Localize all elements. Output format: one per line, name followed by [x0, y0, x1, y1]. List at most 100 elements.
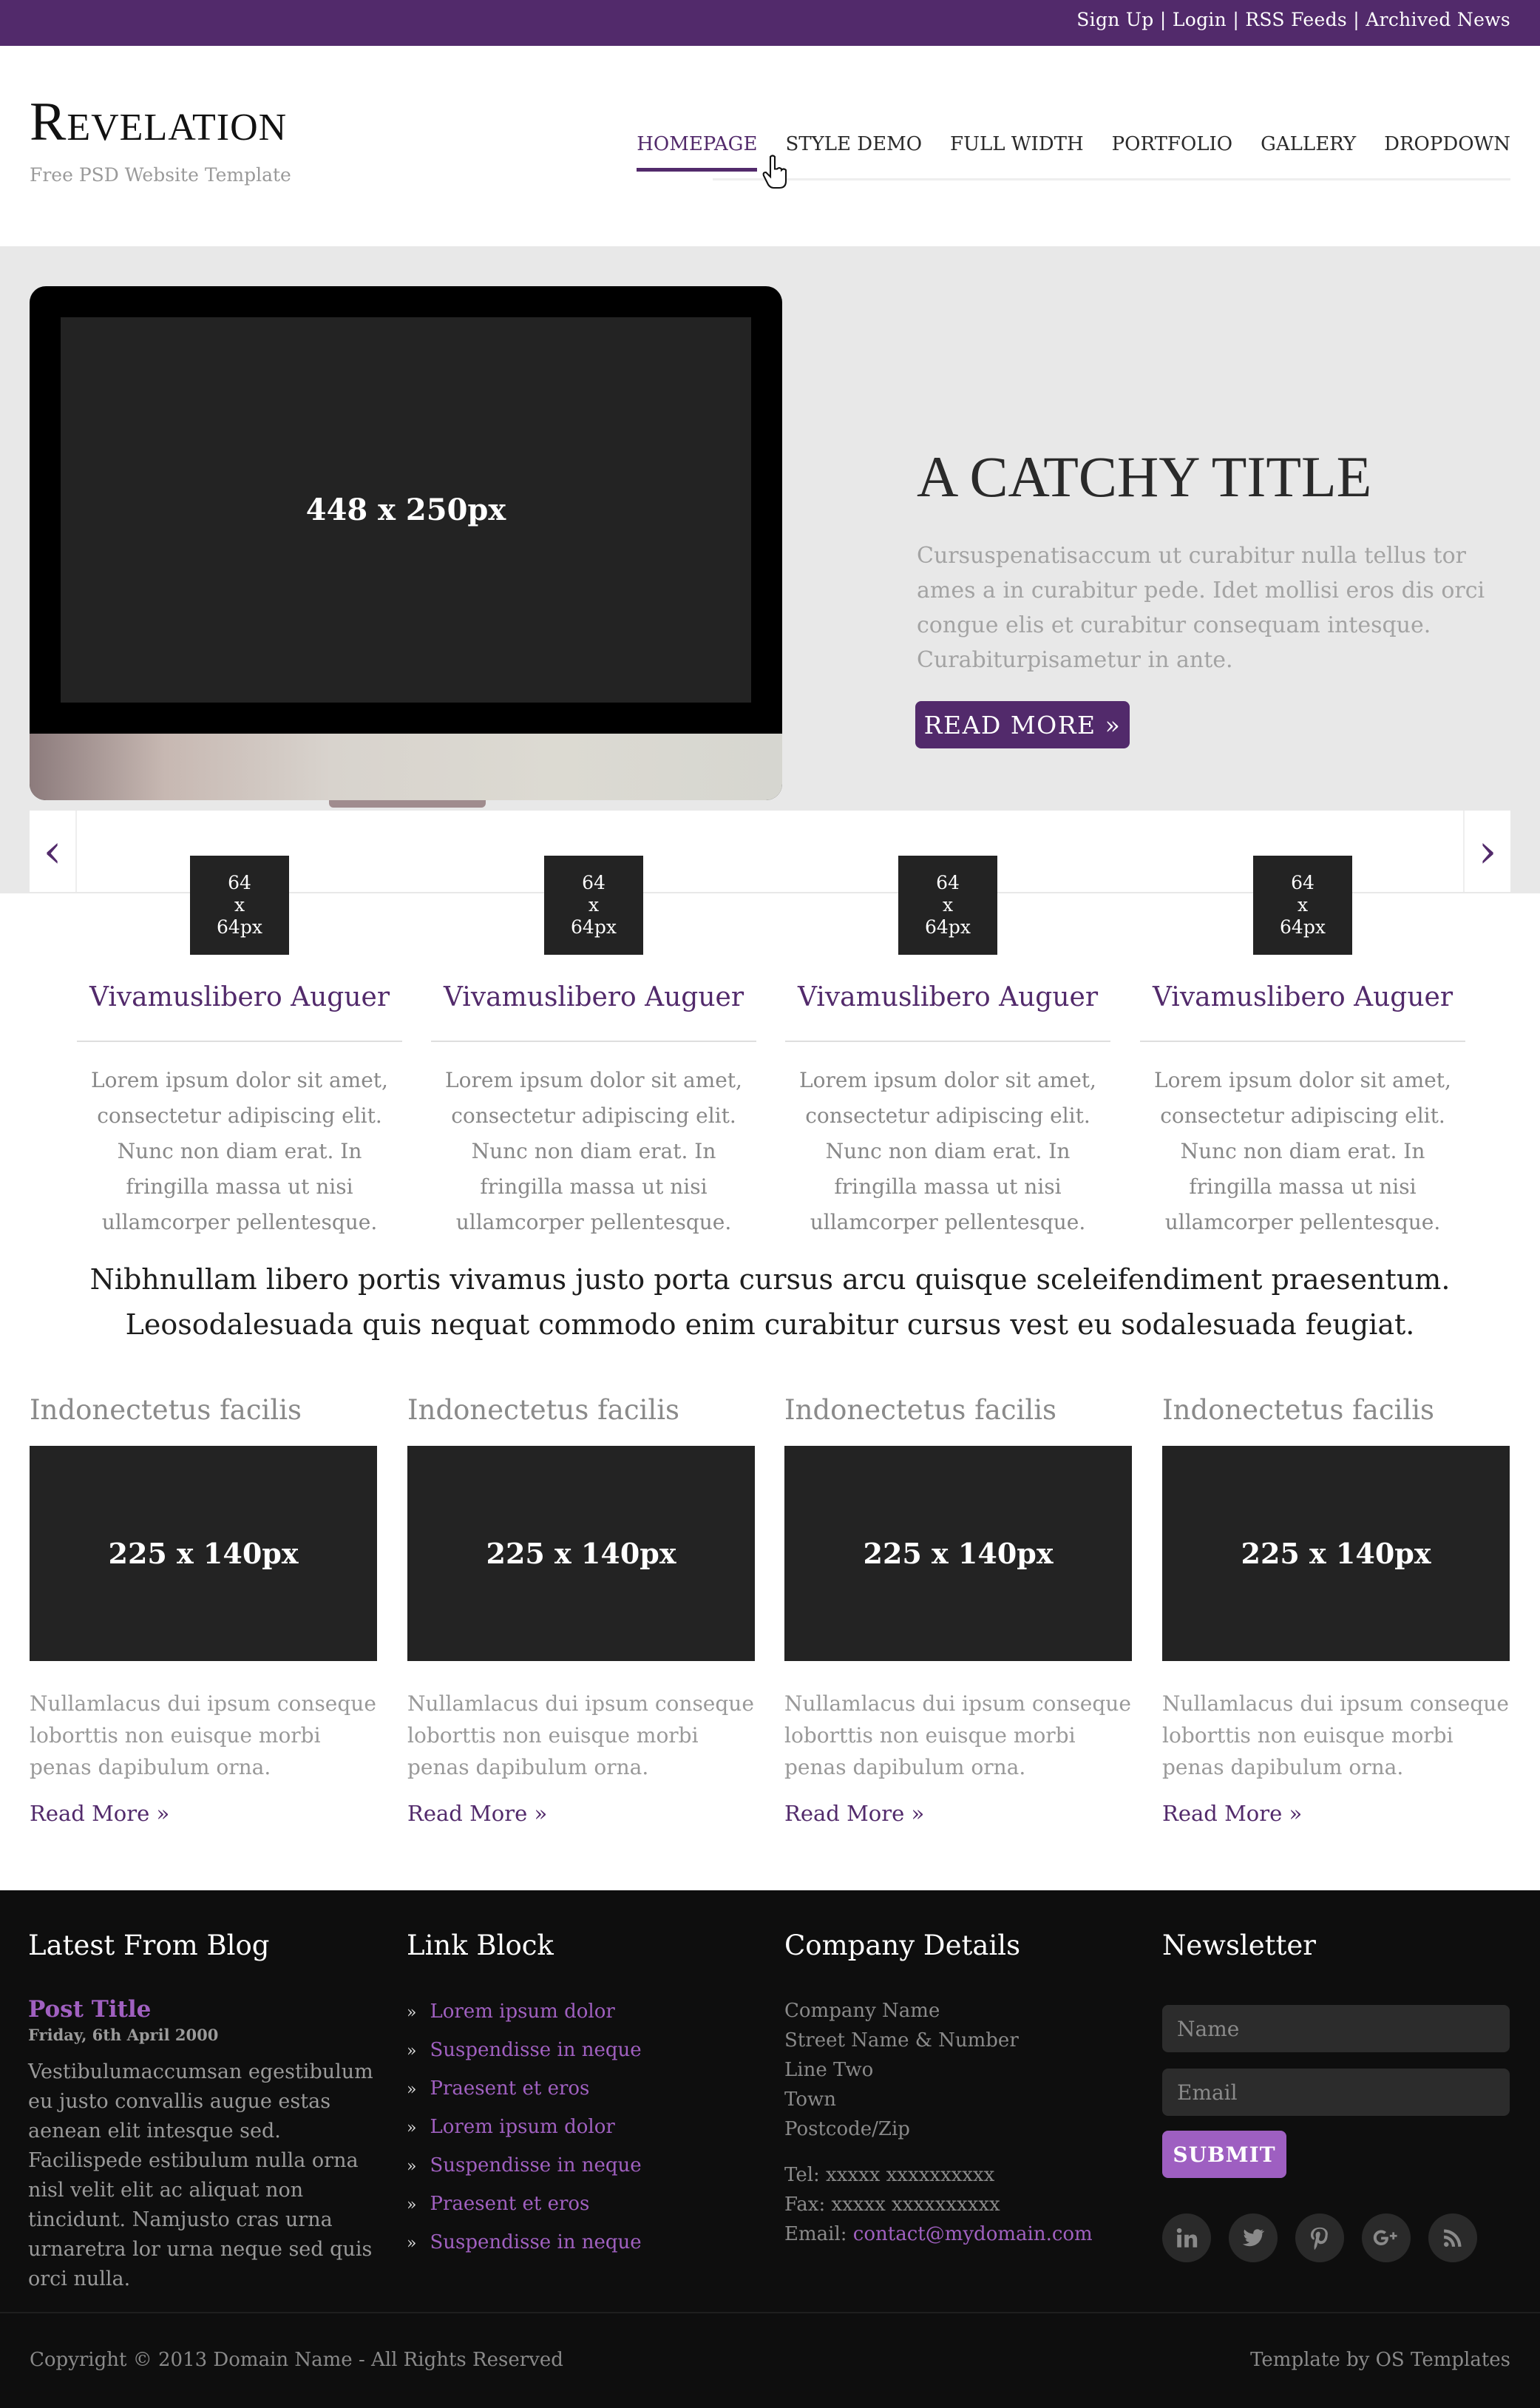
footer-link[interactable]: » Suspendisse in neque [407, 2032, 754, 2070]
newsletter-email-input[interactable]: Email [1162, 2069, 1510, 2116]
column-text: Nullamlacus dui ipsum conseque loborttis… [407, 1691, 754, 1779]
divider [1140, 1041, 1465, 1042]
thumbnail-placeholder: 64 x 64px [1253, 856, 1352, 955]
carousel-item: 64 x 64px Vivamuslibero Auguer Lorem ipsum… [1140, 856, 1465, 1240]
footer-link[interactable]: » Lorem ipsum dolor [407, 2108, 754, 2147]
nav-item-homepage[interactable]: HOMEPAGE [637, 133, 758, 173]
email-label: Email: [784, 2223, 853, 2245]
footer-link[interactable]: » Praesent et eros [407, 2185, 754, 2224]
nav-item-gallery[interactable]: GALLERY [1261, 133, 1356, 173]
thumbnail-placeholder: 64 x 64px [190, 856, 289, 955]
carousel-next-arrow-icon[interactable]: › [1463, 811, 1510, 892]
nav-item-full-width[interactable]: FULL WIDTH [950, 133, 1084, 173]
top-bar: Sign Up | Login | RSS Feeds | Archived N… [0, 0, 1540, 46]
carousel-item: 64 x 64px Vivamuslibero Auguer Lorem ipsum… [77, 856, 402, 1240]
address-line: Town [784, 2089, 836, 2111]
footer-link-label: Suspendisse in neque [430, 2039, 642, 2061]
address-line: Postcode/Zip [784, 2118, 910, 2140]
content-column: Indonectetus facilis 225 x 140px Nullaml… [784, 1396, 1132, 1826]
thumb-label: 64px [217, 916, 262, 938]
footer-link[interactable]: » Praesent et eros [407, 2070, 754, 2108]
pinterest-icon[interactable] [1295, 2213, 1344, 2262]
company-email-link[interactable]: contact@mydomain.com [853, 2223, 1093, 2245]
company-tel: Tel: xxxxx xxxxxxxxxx [784, 2164, 995, 2186]
column-title: Indonectetus facilis [407, 1394, 680, 1426]
column-read-more-link[interactable]: Read More » [784, 1801, 1132, 1826]
blog-post-title[interactable]: Post Title [28, 1996, 376, 2023]
carousel-item-text: Lorem ipsum dolor sit amet, consectetur … [1154, 1068, 1451, 1234]
newsletter-submit-button[interactable]: SUBMIT [1162, 2131, 1286, 2178]
carousel-item-title[interactable]: Vivamuslibero Auguer [1140, 984, 1465, 1011]
bullet-icon: » [407, 2119, 417, 2137]
divider [785, 1041, 1110, 1042]
site-logo[interactable]: Revelation [30, 95, 287, 149]
content-column: Indonectetus facilis 225 x 140px Nullaml… [30, 1396, 377, 1826]
address-line: Street Name & Number [784, 2029, 1019, 2052]
footer-link-block: Link Block » Lorem ipsum dolor » Suspendis… [407, 1932, 754, 2274]
template-credit-link[interactable]: Template by OS Templates [1250, 2349, 1510, 2371]
bullet-icon: » [407, 2042, 417, 2060]
content-column: Indonectetus facilis 225 x 140px Nullaml… [407, 1396, 755, 1826]
company-fax: Fax: xxxxx xxxxxxxxxx [784, 2194, 1000, 2216]
bullet-icon: » [407, 2196, 417, 2214]
content-column: Indonectetus facilis 225 x 140px Nullaml… [1162, 1396, 1510, 1826]
thumb-label: 64 [582, 872, 606, 893]
footer-link[interactable]: » Suspendisse in neque [407, 2224, 754, 2262]
footer-heading: Newsletter [1162, 1930, 1316, 1961]
google-plus-icon[interactable] [1362, 2213, 1411, 2262]
thumb-label: 64px [925, 916, 971, 938]
column-image-placeholder: 225 x 140px [407, 1446, 755, 1661]
newsletter-name-input[interactable]: Name [1162, 2005, 1510, 2052]
hand-cursor-icon [762, 155, 787, 189]
bullet-icon: » [407, 2080, 417, 2099]
twitter-icon[interactable] [1229, 2213, 1278, 2262]
carousel-item-title[interactable]: Vivamuslibero Auguer [785, 984, 1110, 1011]
column-text: Nullamlacus dui ipsum conseque loborttis… [784, 1691, 1131, 1779]
column-read-more-link[interactable]: Read More » [1162, 1801, 1510, 1826]
thumb-label: 64 [1291, 872, 1315, 893]
thumb-label: x [588, 894, 600, 916]
top-links-separator: | [1227, 9, 1246, 30]
footer-link[interactable]: » Suspendisse in neque [407, 2147, 754, 2185]
linkedin-icon[interactable] [1162, 2213, 1211, 2262]
top-links: Sign Up | Login | RSS Feeds | Archived N… [1076, 9, 1510, 30]
bullet-icon: » [407, 2157, 417, 2176]
column-text: Nullamlacus dui ipsum conseque loborttis… [1162, 1691, 1509, 1779]
nav-item-portfolio[interactable]: PORTFOLIO [1112, 133, 1232, 173]
thumb-label: x [234, 894, 245, 916]
rss-icon[interactable] [1428, 2213, 1477, 2262]
nav-item-dropdown[interactable]: DROPDOWN [1384, 133, 1510, 173]
top-links-separator: | [1347, 9, 1366, 30]
column-image-placeholder: 225 x 140px [784, 1446, 1132, 1661]
blog-post-body: Vestibulumaccumsan egestibulum eu justo … [28, 2060, 373, 2290]
carousel-prev-arrow-icon[interactable]: ‹ [30, 811, 77, 892]
column-image-placeholder: 225 x 140px [1162, 1446, 1510, 1661]
footer-link[interactable]: » Lorem ipsum dolor [407, 1993, 754, 2032]
monitor-stand [329, 800, 486, 808]
bullet-icon: » [407, 2234, 417, 2253]
thumb-label: x [942, 894, 954, 916]
carousel-item-title[interactable]: Vivamuslibero Auguer [431, 984, 756, 1011]
thumb-label: x [1297, 894, 1309, 916]
thumb-label: 64 [228, 872, 251, 893]
company-contact: Tel: xxxxx xxxxxxxxxx Fax: xxxxx xxxxxxx… [784, 2160, 1132, 2249]
nav-item-style-demo[interactable]: STYLE DEMO [785, 133, 922, 173]
login-link[interactable]: Login [1173, 9, 1227, 30]
signup-link[interactable]: Sign Up [1076, 9, 1153, 30]
footer-company-details: Company Details Company Name Street Name… [784, 1932, 1132, 2249]
archived-news-link[interactable]: Archived News [1366, 9, 1510, 30]
column-read-more-link[interactable]: Read More » [407, 1801, 755, 1826]
thumbnail-placeholder: 64 x 64px [544, 856, 643, 955]
column-read-more-link[interactable]: Read More » [30, 1801, 377, 1826]
rss-feeds-link[interactable]: RSS Feeds [1245, 9, 1347, 30]
column-image-placeholder: 225 x 140px [30, 1446, 377, 1661]
carousel-item: 64 x 64px Vivamuslibero Auguer Lorem ipsum… [785, 856, 1110, 1240]
footer-link-label: Lorem ipsum dolor [430, 2116, 615, 2138]
hero-text: Cursuspenatisaccum ut curabitur nulla te… [917, 543, 1485, 673]
top-links-separator: | [1153, 9, 1173, 30]
footer-blog: Latest From Blog Post Title Friday, 6th … [28, 1932, 376, 2294]
column-title: Indonectetus facilis [784, 1394, 1057, 1426]
hero-read-more-button[interactable]: READ MORE » [915, 701, 1130, 748]
site-tagline: Free PSD Website Template [30, 164, 291, 186]
carousel-item-title[interactable]: Vivamuslibero Auguer [77, 984, 402, 1011]
